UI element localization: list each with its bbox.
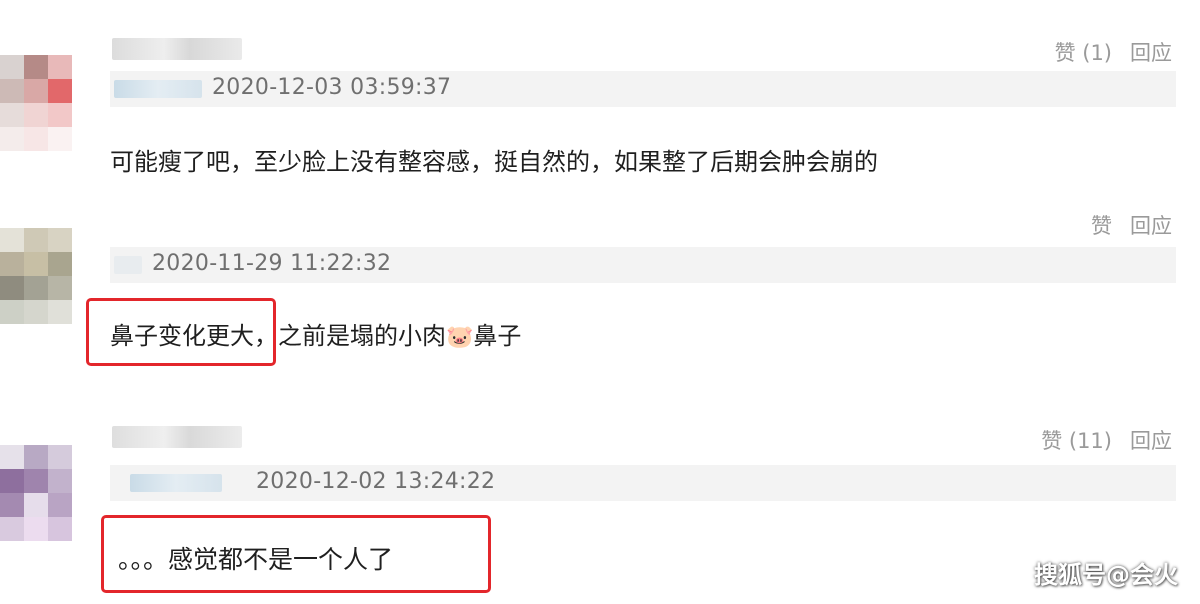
watermark: 搜狐号@会火 (1034, 561, 1178, 589)
comment-text-rest: 之前是塌的小肉 (278, 322, 446, 350)
like-button[interactable]: 赞 (1091, 210, 1112, 240)
comment-actions: 赞 (11) 回应 (1041, 425, 1172, 455)
timestamp: 2020-12-02 13:24:22 (256, 469, 496, 494)
reply-button[interactable]: 回应 (1130, 210, 1172, 240)
like-button[interactable]: 赞 (1) (1055, 37, 1112, 67)
like-button[interactable]: 赞 (11) (1041, 425, 1112, 455)
timestamp: 2020-11-29 11:22:32 (152, 251, 392, 276)
pig-face-icon: 🐷 (446, 325, 474, 350)
timestamp: 2020-12-03 03:59:37 (212, 75, 452, 100)
comment-text: 鼻子变化更大，之前是塌的小肉🐷鼻子 (110, 316, 521, 351)
comment-actions: 赞 (1) 回应 (1055, 37, 1172, 67)
comment-meta-bar: 2020-12-03 03:59:37 (110, 71, 1176, 107)
comment-meta-bar: 2020-11-29 11:22:32 (110, 247, 1176, 283)
avatar[interactable] (0, 55, 72, 175)
avatar[interactable] (0, 228, 72, 348)
comment-text: 可能瘦了吧，至少脸上没有整容感，挺自然的，如果整了后期会肿会崩的 (110, 148, 878, 176)
meta-blurred (114, 256, 142, 274)
reply-button[interactable]: 回应 (1130, 425, 1172, 455)
comment-1: 赞 (1) 回应 2020-12-03 03:59:37 可能瘦了吧，至少脸上没… (0, 0, 1200, 200)
username-blurred[interactable] (112, 38, 242, 60)
username-blurred[interactable] (112, 426, 242, 448)
reply-button[interactable]: 回应 (1130, 37, 1172, 67)
comment-meta-bar: 2020-12-02 13:24:22 (110, 465, 1176, 501)
comment-text-highlighted: 鼻子变化更大， (110, 322, 278, 350)
comment-2: 赞 回应 2020-11-29 11:22:32 鼻子变化更大，之前是塌的小肉🐷… (0, 200, 1200, 400)
comment-3: 赞 (11) 回应 2020-12-02 13:24:22 。。。感觉都不是一个… (0, 400, 1200, 604)
comment-text: 。。。感觉都不是一个人了 (118, 545, 394, 574)
comment-actions: 赞 回应 (1091, 210, 1172, 240)
comment-text-tail: 鼻子 (473, 322, 522, 350)
meta-blurred (114, 80, 202, 98)
meta-blurred (130, 474, 222, 492)
avatar[interactable] (0, 445, 72, 565)
